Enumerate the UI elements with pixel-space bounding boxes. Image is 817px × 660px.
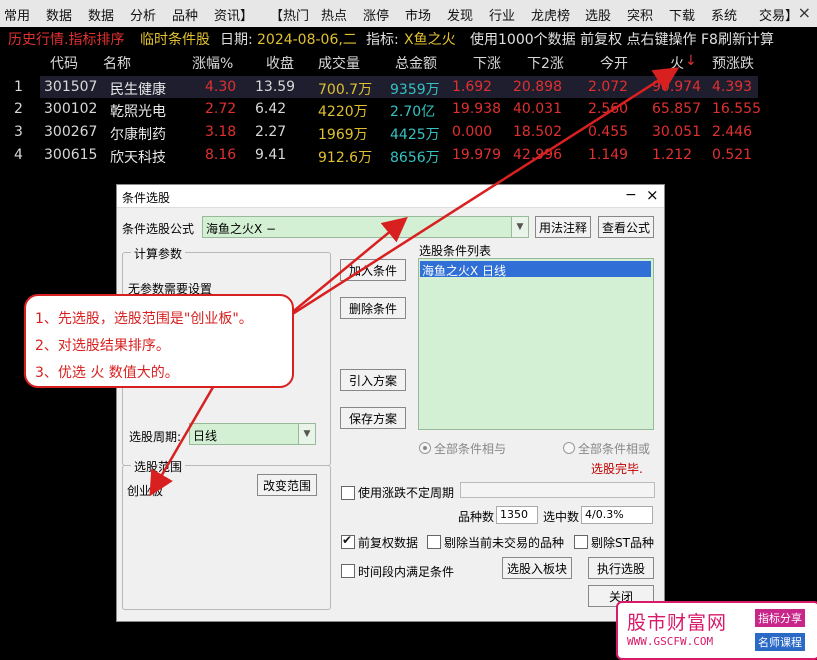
- watermark-logo: 股市财富网 WWW.GSCFW.COM 指标分享 名师课程: [616, 601, 817, 660]
- annotation-box: 1、先选股，选股范围是"创业板"。 2、对选股结果排序。 3、优选 火 数值大的…: [24, 294, 294, 388]
- annotation-line-1: 1、先选股，选股范围是"创业板"。: [35, 311, 253, 327]
- watermark-tag-1: 指标分享: [755, 609, 805, 627]
- annotation-line-2: 2、对选股结果排序。: [35, 338, 170, 354]
- watermark-url: WWW.GSCFW.COM: [627, 635, 714, 648]
- watermark-tag-2: 名师课程: [755, 633, 805, 651]
- annotation-line-3: 3、优选 火 数值大的。: [35, 365, 179, 381]
- watermark-site: 股市财富网: [627, 612, 728, 634]
